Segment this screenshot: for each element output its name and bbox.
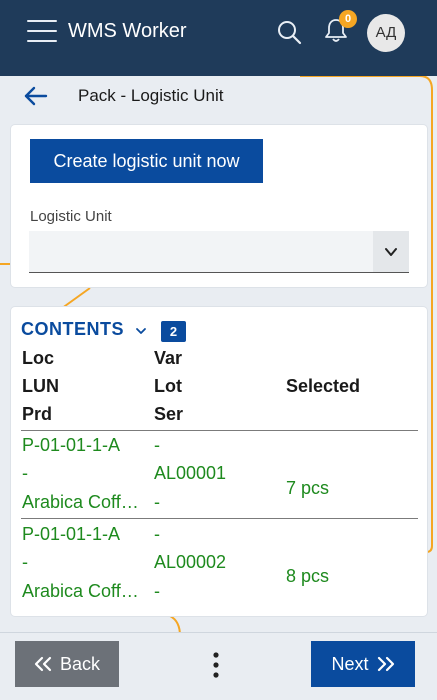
header-selected: Selected [286,376,361,396]
next-button[interactable]: Next [311,641,415,687]
create-logistic-unit-button[interactable]: Create logistic unit now [30,139,263,183]
chevron-down-icon[interactable] [134,324,148,338]
more-vertical-icon[interactable] [204,650,228,680]
page-title: Pack - Logistic Unit [78,86,224,105]
hamburger-icon[interactable] [27,20,57,44]
row-lot: AL00001 [154,463,227,483]
back-button[interactable]: Back [15,641,119,687]
double-chevron-right-icon [377,656,394,672]
header-lun: LUN [22,376,59,396]
row-selected: 8 pcs [286,566,330,586]
search-icon[interactable] [276,19,302,45]
row-prd: Arabica Coff… [22,492,139,512]
double-chevron-left-icon [34,656,52,672]
logistic-unit-dropdown-toggle[interactable] [373,231,409,272]
next-button-label: Next [331,653,369,674]
back-arrow-icon[interactable] [22,82,50,110]
row-lot: AL00002 [154,552,227,572]
row-lun: - [22,463,28,483]
row-ser: - [154,492,160,512]
app-title: WMS Worker [68,20,187,42]
back-button-label: Back [59,653,101,674]
row-ser: - [154,581,160,601]
row-prd: Arabica Coff… [22,581,139,601]
header-lot: Lot [154,376,182,396]
row-var: - [154,524,160,544]
avatar[interactable]: АД [367,14,405,52]
row-var: - [154,435,160,455]
header-ser: Ser [154,404,184,424]
contents-count-badge: 2 [161,321,186,342]
logistic-unit-select[interactable] [29,231,409,273]
header-loc: Loc [22,348,55,368]
contents-section-title[interactable]: CONTENTS [21,319,124,340]
row-selected: 7 pcs [286,478,330,498]
logistic-unit-label: Logistic Unit [30,208,112,225]
row-loc: P-01-01-1-A [22,524,121,544]
notification-badge: 0 [339,10,357,28]
header-prd: Prd [22,404,53,424]
header-var: Var [154,348,183,368]
row-lun: - [22,552,28,572]
chevron-down-icon [385,248,397,256]
row-loc: P-01-01-1-A [22,435,121,455]
